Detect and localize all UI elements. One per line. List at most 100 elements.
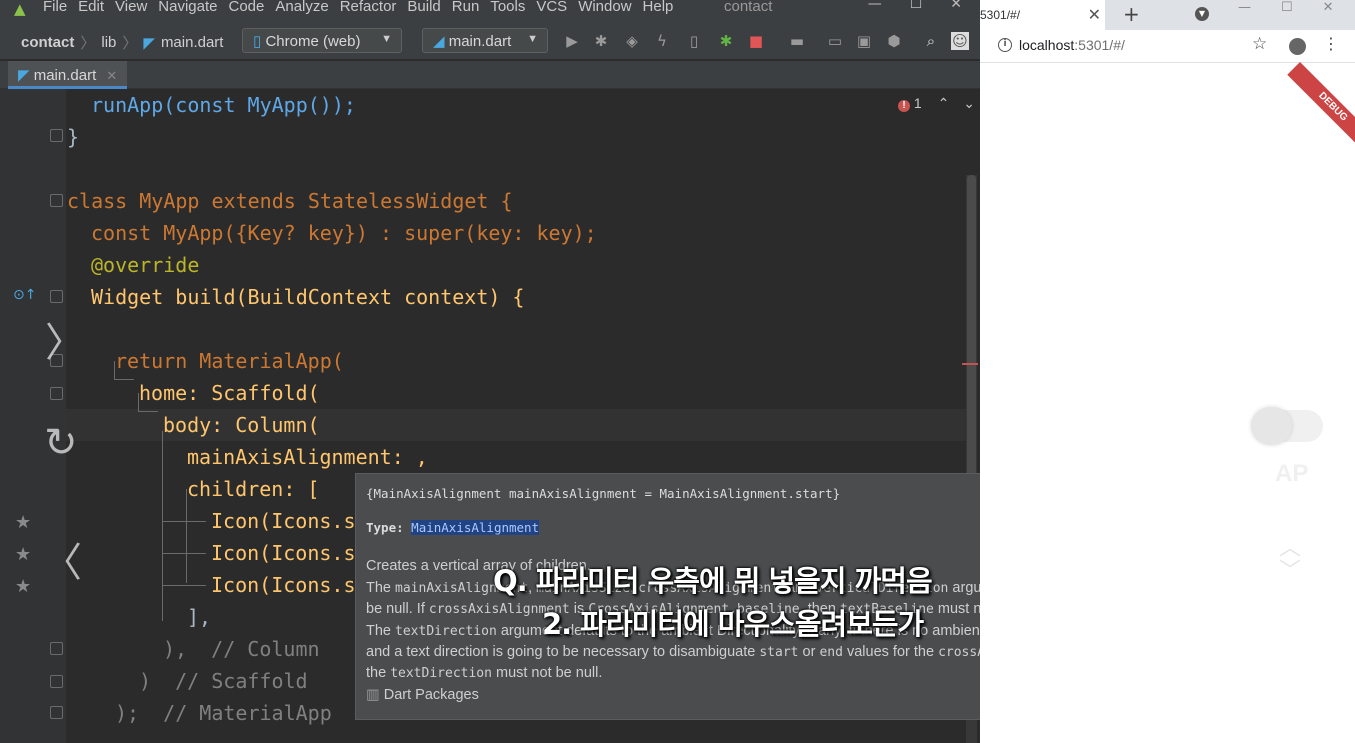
- profile-icon[interactable]: ◈: [623, 32, 641, 50]
- attach-debugger-icon[interactable]: ✱: [717, 32, 735, 50]
- site-info-icon[interactable]: i: [998, 38, 1012, 52]
- device-manager-icon[interactable]: ▣: [855, 32, 873, 50]
- chevron-up-icon[interactable]: ⌃: [938, 95, 950, 111]
- close-icon[interactable]: ✕: [1323, 0, 1334, 15]
- maximize-icon[interactable]: ☐: [910, 0, 923, 12]
- fold-marker-icon[interactable]: [50, 675, 63, 688]
- dart-file-icon: ◤: [143, 34, 155, 52]
- doc-text: The: [366, 580, 391, 596]
- breadcrumb: contact 〉 lib 〉 ◤ main.dart: [21, 32, 223, 53]
- code-line: }: [67, 122, 79, 152]
- tab-search-icon[interactable]: ▼: [1195, 7, 1209, 21]
- code-text: ) // Scaffold: [139, 669, 308, 693]
- window-controls: — ☐ ✕: [868, 0, 962, 12]
- menu-analyze[interactable]: Analyze: [275, 0, 328, 15]
- doc-text: must not be null.: [495, 665, 603, 681]
- phone-icon: ▯: [253, 33, 262, 50]
- code-text: }: [67, 125, 80, 149]
- fold-marker-icon[interactable]: [50, 706, 63, 719]
- new-tab-icon[interactable]: +: [1123, 2, 1140, 26]
- android-studio-logo-icon: ▲: [14, 0, 26, 18]
- run-config-selector[interactable]: ◢ main.dart ▼: [422, 28, 548, 53]
- fold-marker-icon[interactable]: [50, 194, 63, 207]
- menu-refactor[interactable]: Refactor: [340, 0, 397, 15]
- fold-marker-icon[interactable]: [50, 290, 63, 303]
- scroll-down-icon[interactable]: ﹀: [1279, 553, 1301, 585]
- close-tab-icon[interactable]: ✕: [106, 68, 117, 83]
- code-text: Icon(Icons.s: [211, 573, 356, 597]
- chevron-right-icon: 〉: [80, 35, 96, 52]
- error-stripe-mark[interactable]: [962, 363, 978, 365]
- run-icon[interactable]: ▶: [563, 32, 581, 50]
- account-icon[interactable]: ☺: [951, 32, 969, 50]
- menu-vcs[interactable]: VCS: [536, 0, 567, 15]
- doc-text: or: [802, 644, 816, 660]
- navigation-toolbar: contact 〉 lib 〉 ◤ main.dart ▯ Chrome (we…: [0, 20, 980, 60]
- indent-guide: [138, 411, 158, 412]
- subtitle-line-2: 2. 파라미터에 마우스올려보든가: [542, 607, 924, 641]
- code-text: Widget build(BuildContext context) {: [91, 285, 525, 309]
- type-link[interactable]: MainAxisAlignment: [411, 520, 540, 535]
- menu-view[interactable]: View: [115, 0, 147, 15]
- chevron-down-icon[interactable]: ⌄: [963, 95, 975, 111]
- error-indicator[interactable]: ! 1 ⌃ ⌄: [898, 95, 975, 112]
- minimize-icon[interactable]: —: [868, 0, 882, 12]
- menu-build[interactable]: Build: [407, 0, 440, 15]
- breadcrumb-file[interactable]: main.dart: [161, 34, 224, 51]
- hot-reload-icon[interactable]: ϟ: [653, 32, 671, 50]
- indent-guide: [162, 521, 206, 522]
- replay-icon[interactable]: ↻: [44, 420, 78, 466]
- profile-icon[interactable]: [1289, 38, 1306, 55]
- previous-arrow-icon[interactable]: 〈: [42, 530, 82, 588]
- menu-file[interactable]: File: [43, 0, 67, 15]
- menu-items: File Edit View Navigate Code Analyze Ref…: [43, 0, 673, 15]
- code-line: @override: [91, 250, 199, 280]
- run-config-label: main.dart: [448, 33, 512, 50]
- fold-marker-icon[interactable]: [50, 129, 63, 142]
- folder-icon[interactable]: ▬: [788, 32, 806, 50]
- toggle-knob[interactable]: [1251, 407, 1292, 445]
- menu-navigate[interactable]: Navigate: [158, 0, 217, 15]
- package-link[interactable]: ▥ Dart Packages: [366, 687, 479, 703]
- fold-marker-icon[interactable]: [50, 642, 63, 655]
- menu-tools[interactable]: Tools: [490, 0, 525, 15]
- search-icon[interactable]: ⌕: [922, 32, 940, 50]
- menu-help[interactable]: Help: [643, 0, 674, 15]
- terminal-icon[interactable]: ▭: [826, 32, 844, 50]
- close-tab-icon[interactable]: ✕: [1088, 5, 1101, 25]
- menu-edit[interactable]: Edit: [78, 0, 104, 15]
- device-selector[interactable]: ▯ Chrome (web) ▼: [242, 28, 402, 53]
- chevron-down-icon: ▼: [381, 33, 392, 45]
- tab-main-dart[interactable]: ◤ main.dart ✕: [8, 61, 128, 89]
- menu-window[interactable]: Window: [578, 0, 631, 15]
- browser-tab[interactable]: 5301/#/ ✕: [980, 0, 1105, 30]
- code-text: @override: [91, 253, 200, 277]
- sdk-manager-icon[interactable]: ⬢: [885, 32, 903, 50]
- breadcrumb-project[interactable]: contact: [21, 34, 74, 51]
- next-arrow-icon[interactable]: 〉: [45, 310, 85, 368]
- type-line: Type: MainAxisAlignment: [366, 520, 540, 535]
- minimize-icon[interactable]: —: [1238, 0, 1251, 15]
- code-text: children: [: [187, 477, 320, 501]
- code-line: runApp(const MyApp());: [91, 90, 356, 120]
- menu-code[interactable]: Code: [228, 0, 264, 15]
- device-info-icon[interactable]: ▯: [685, 32, 703, 50]
- override-marker-icon[interactable]: ⊙↑: [13, 287, 36, 303]
- address-bar[interactable]: i localhost:5301/#/ ☆ ⋮: [980, 30, 1355, 63]
- app-text: AP: [1275, 460, 1309, 487]
- indent-guide: [162, 553, 206, 554]
- toggle-switch[interactable]: [1251, 407, 1323, 445]
- code-line: class MyApp extends StatelessWidget {: [67, 186, 513, 216]
- bookmark-star-icon[interactable]: ☆: [1252, 34, 1267, 54]
- code-text: const MyApp({Key? key}) : super(key: key…: [91, 221, 597, 245]
- breadcrumb-lib[interactable]: lib: [101, 34, 116, 51]
- maximize-icon[interactable]: ☐: [1281, 0, 1293, 15]
- code-line: body: Column(: [163, 410, 320, 440]
- debug-icon[interactable]: ✱: [592, 32, 610, 50]
- url-field[interactable]: localhost:5301/#/: [1019, 37, 1125, 53]
- fold-marker-icon[interactable]: [50, 387, 63, 400]
- stop-icon[interactable]: ■: [747, 32, 765, 50]
- close-icon[interactable]: ✕: [950, 0, 962, 12]
- menu-run[interactable]: Run: [452, 0, 480, 15]
- browser-menu-icon[interactable]: ⋮: [1323, 34, 1339, 53]
